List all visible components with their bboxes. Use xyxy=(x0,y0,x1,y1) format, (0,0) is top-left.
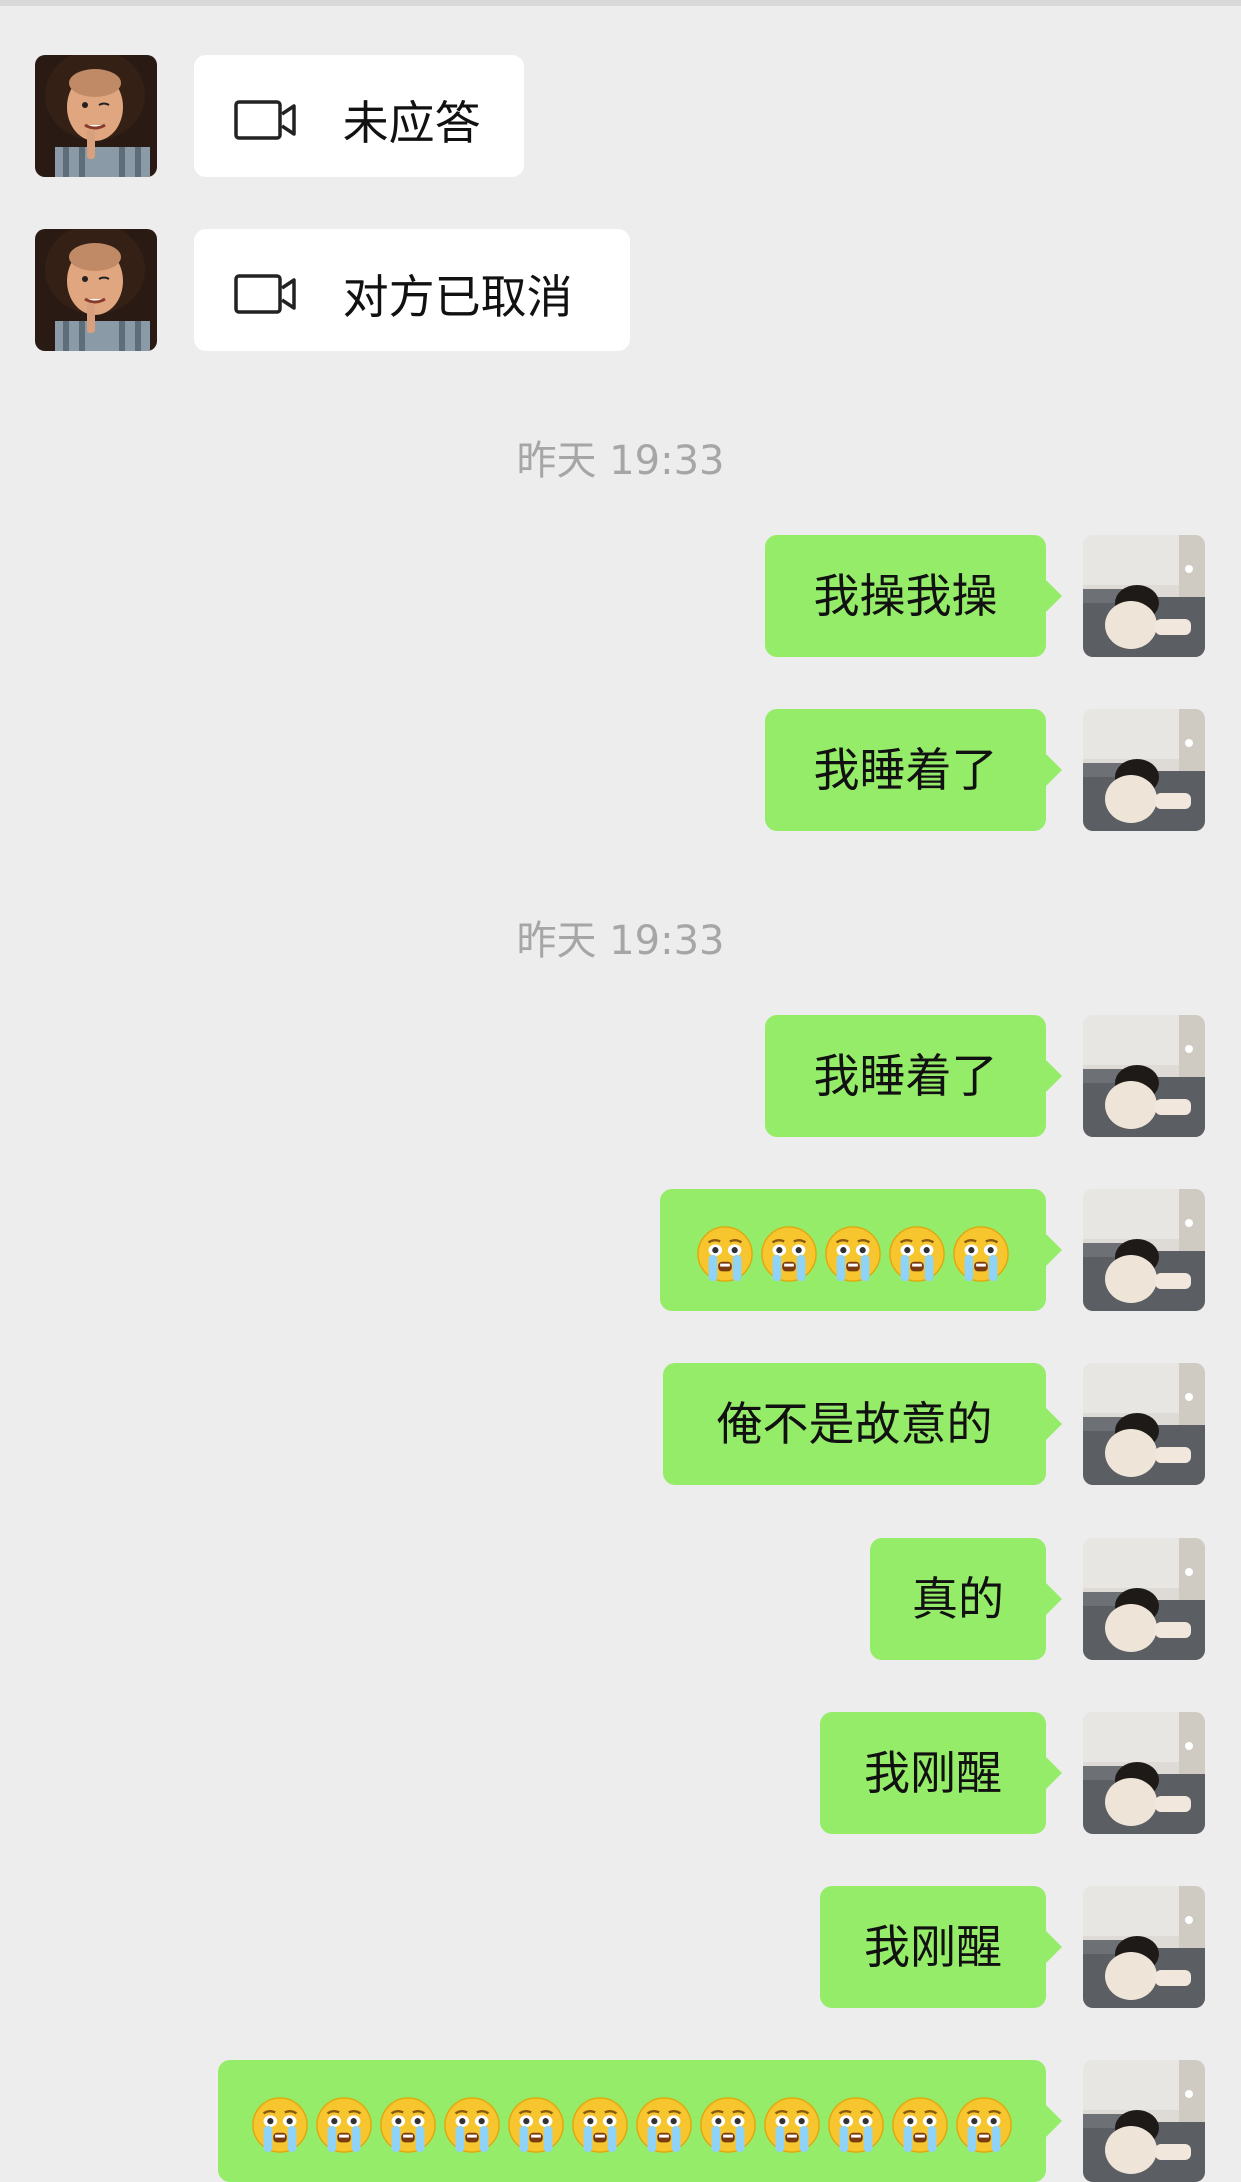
crying-face-emoji xyxy=(571,2096,629,2154)
my-avatar[interactable] xyxy=(1083,1015,1205,1137)
crying-face-emoji xyxy=(696,1225,754,1283)
crying-face-emoji xyxy=(888,1225,946,1283)
crying-face-emoji xyxy=(891,2096,949,2154)
crying-face-emoji xyxy=(763,2096,821,2154)
contact-avatar[interactable] xyxy=(35,229,157,351)
sent-message-bubble[interactable]: 我睡着了 xyxy=(765,709,1062,831)
video-call-icon xyxy=(234,100,298,140)
crying-face-emoji xyxy=(952,1225,1010,1283)
sent-message-bubble[interactable]: 我刚醒 xyxy=(820,1886,1062,2008)
crying-face-emoji xyxy=(635,2096,693,2154)
crying-face-emoji xyxy=(699,2096,757,2154)
my-avatar[interactable] xyxy=(1083,535,1205,657)
sent-emoji-bubble[interactable] xyxy=(660,1189,1062,1311)
crying-face-emoji xyxy=(827,2096,885,2154)
crying-face-emoji xyxy=(507,2096,565,2154)
video-call-bubble[interactable]: 未应答 xyxy=(194,55,524,177)
crying-face-emoji xyxy=(443,2096,501,2154)
video-call-icon xyxy=(234,274,298,314)
my-avatar[interactable] xyxy=(1083,2060,1205,2182)
call-status-label: 未应答 xyxy=(342,95,481,150)
sent-message-bubble[interactable]: 我刚醒 xyxy=(820,1712,1062,1834)
call-status-label: 对方已取消 xyxy=(342,269,573,324)
my-avatar[interactable] xyxy=(1083,1363,1205,1485)
sent-message-bubble[interactable]: 我操我操 xyxy=(765,535,1062,657)
video-call-bubble[interactable]: 对方已取消 xyxy=(194,229,630,351)
crying-face-emoji xyxy=(760,1225,818,1283)
timestamp: 昨天 19:33 xyxy=(516,438,725,484)
crying-face-emoji xyxy=(251,2096,309,2154)
contact-avatar[interactable] xyxy=(35,55,157,177)
top-divider xyxy=(0,0,1241,6)
crying-face-emoji xyxy=(315,2096,373,2154)
my-avatar[interactable] xyxy=(1083,1886,1205,2008)
my-avatar[interactable] xyxy=(1083,1189,1205,1311)
my-avatar[interactable] xyxy=(1083,1538,1205,1660)
sent-message-bubble[interactable]: 我睡着了 xyxy=(765,1015,1062,1137)
sent-message-bubble[interactable]: 俺不是故意的 xyxy=(663,1363,1062,1485)
timestamp: 昨天 19:33 xyxy=(516,918,725,964)
my-avatar[interactable] xyxy=(1083,709,1205,831)
crying-face-emoji xyxy=(955,2096,1013,2154)
my-avatar[interactable] xyxy=(1083,1712,1205,1834)
sent-emoji-bubble[interactable] xyxy=(218,2060,1062,2182)
crying-face-emoji xyxy=(379,2096,437,2154)
sent-message-bubble[interactable]: 真的 xyxy=(870,1538,1062,1660)
crying-face-emoji xyxy=(824,1225,882,1283)
